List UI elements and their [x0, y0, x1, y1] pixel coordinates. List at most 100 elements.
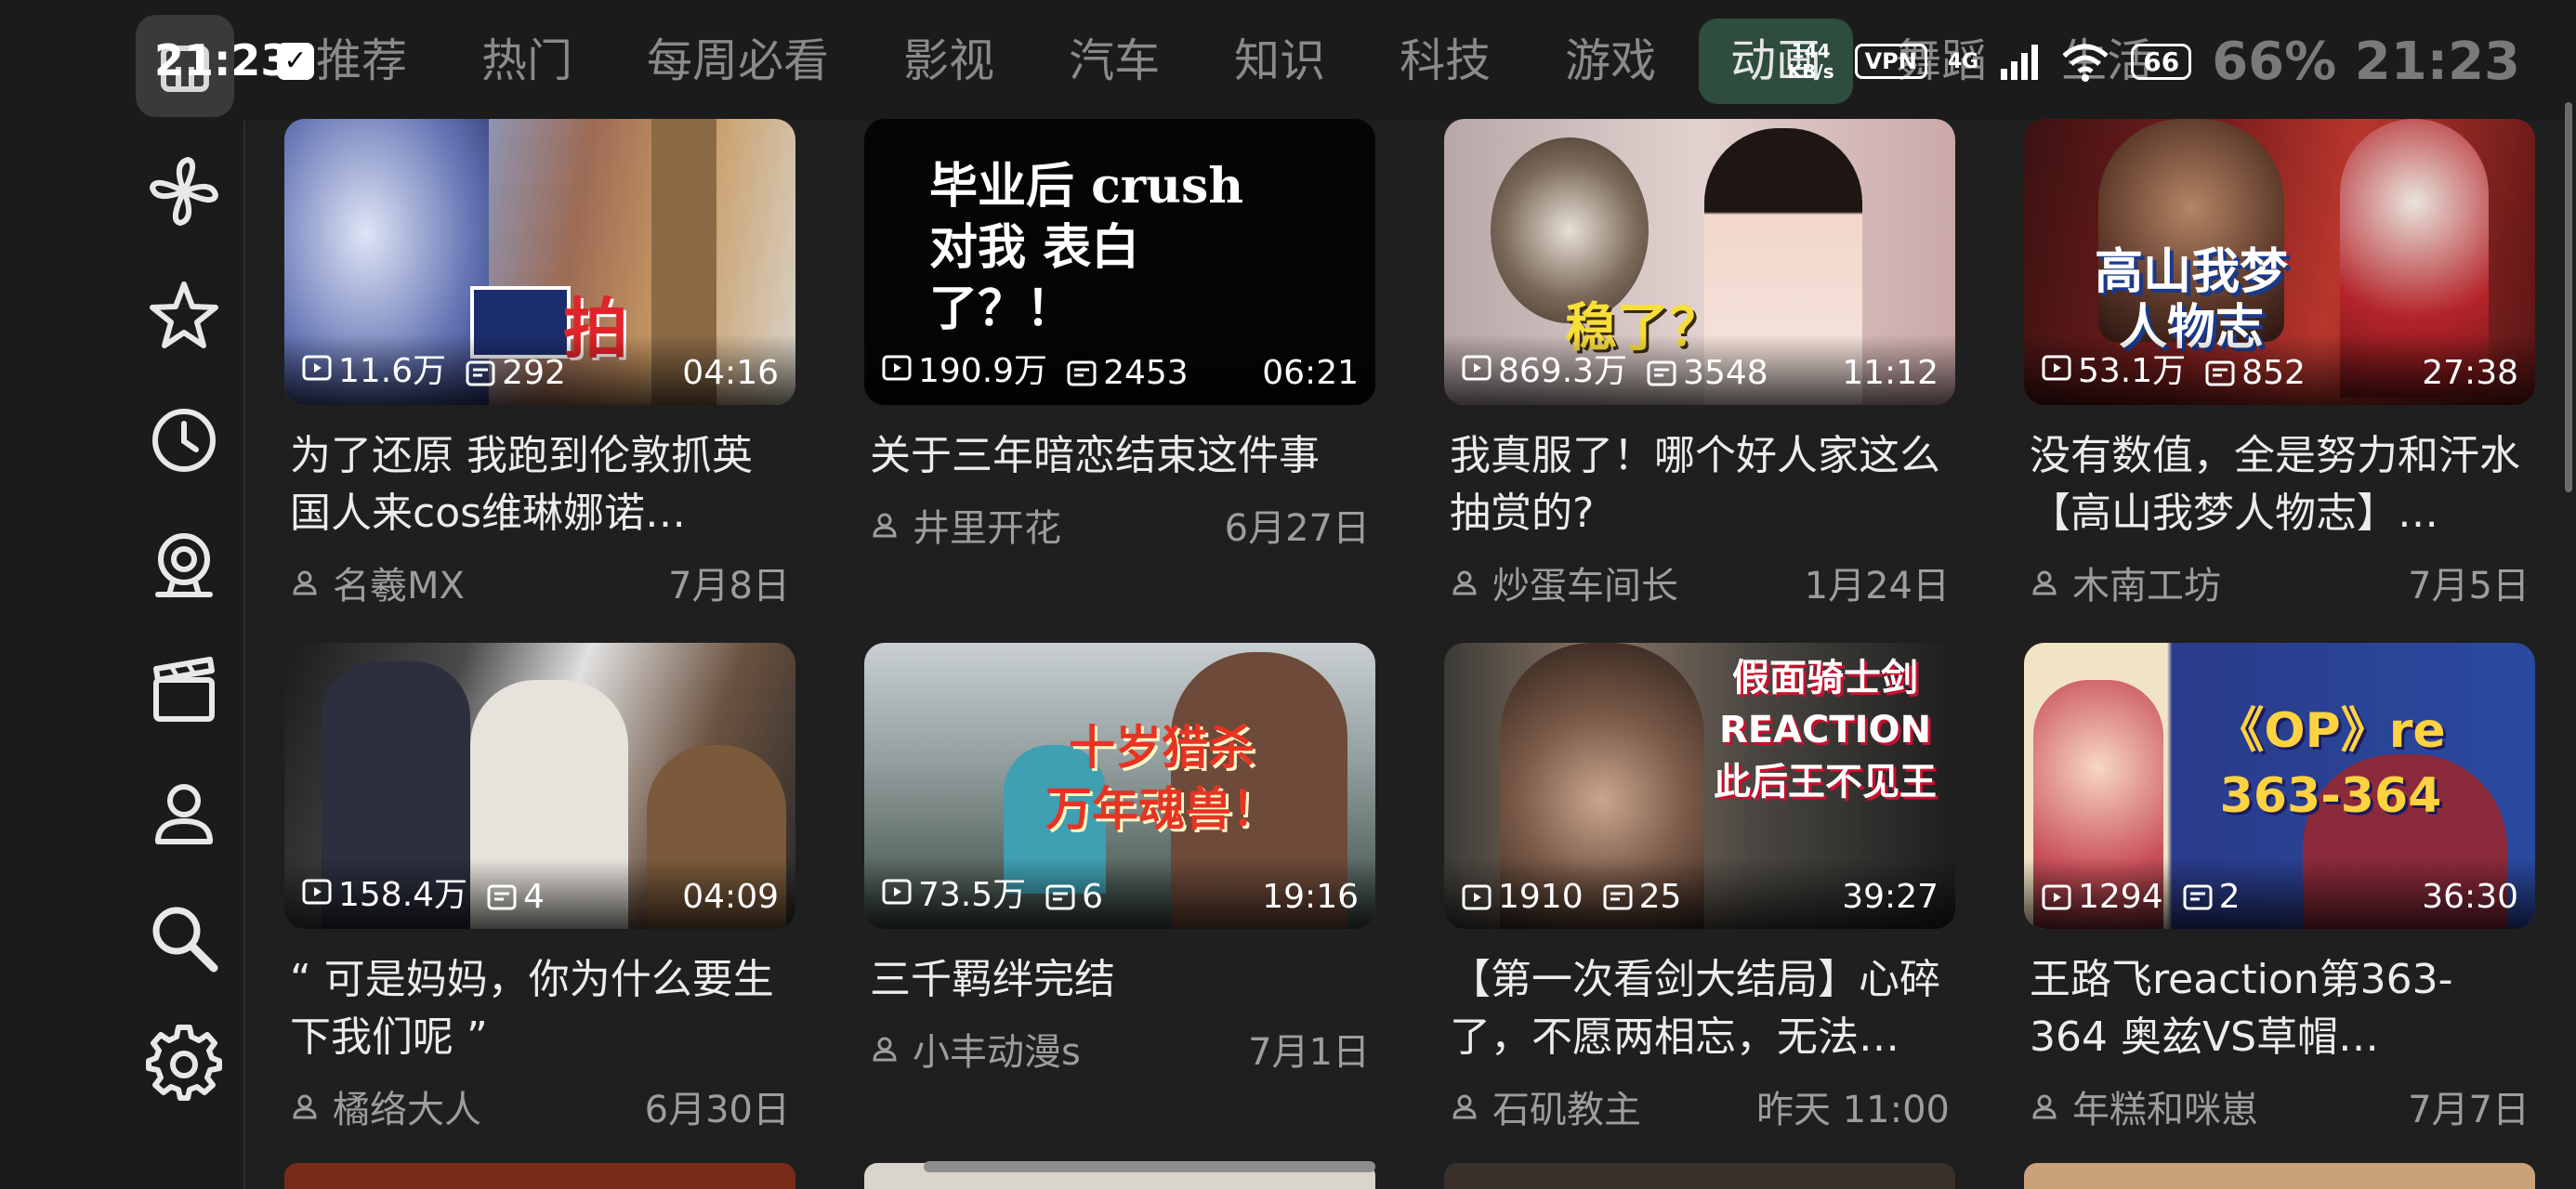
video-card-peek[interactable]: [1444, 1163, 1955, 1189]
video-thumbnail: 稳了？ 869.3万 3548 11:12: [1444, 119, 1955, 405]
comment-count: 3548: [1683, 354, 1768, 392]
danmaku-icon: [487, 884, 517, 909]
tab-knowledge[interactable]: 知识: [1234, 19, 1325, 104]
play-count-icon: [2042, 355, 2071, 381]
view-count: 1910: [1498, 878, 1584, 916]
danmaku-icon: [1603, 884, 1633, 909]
video-thumbnail: 158.4万 4 04:09: [284, 643, 795, 929]
uploader-name: 名羲MX: [333, 565, 465, 608]
uploader-icon: [2032, 1094, 2057, 1119]
uploader-name: 炒蛋车间长: [1492, 565, 1678, 608]
comment-count: 292: [502, 354, 566, 392]
video-title: 为了还原 我跑到伦敦抓英国人来cos维琳娜诺…: [290, 432, 753, 537]
sidebar: [0, 121, 245, 1189]
signal-icon: [2001, 45, 2039, 80]
uploader-icon: [293, 1094, 317, 1119]
video-meta: 小丰动漫s 7月1日: [870, 1022, 1370, 1076]
video-meta: 木南工坊 7月5日: [2030, 555, 2530, 609]
uploader-icon: [873, 513, 897, 538]
video-card[interactable]: 十岁猎杀 万年魂兽！ 73.5万 6 19:16 三千羁绊完结 小丰动漫s 7月…: [864, 643, 1375, 1122]
upload-date: 7月5日: [2408, 565, 2530, 608]
danmaku-icon: [466, 360, 495, 385]
thumbnail-caption: 假面骑士剑 REACTION 此后王不见王: [1714, 657, 1937, 804]
danmaku-icon: [2205, 360, 2235, 385]
video-card[interactable]: 拍 11.6万 292 04:16 为了还原 我跑到伦敦抓英国人来cos维琳娜诺…: [284, 119, 795, 608]
video-duration: 36:30: [2422, 878, 2518, 916]
bilibili-tv-icon: ✓: [277, 43, 314, 80]
status-bar: 144 KB/s VPN 4G 66 66% 21:23: [1788, 24, 2520, 98]
video-card[interactable]: 假面骑士剑 REACTION 此后王不见王 1910 25 39:27 【第一次…: [1444, 643, 1955, 1131]
view-count: 1294: [2078, 878, 2163, 916]
tab-recommend[interactable]: 推荐: [316, 19, 407, 104]
sidebar-item-history[interactable]: [145, 401, 223, 479]
upload-date: 6月27日: [1224, 507, 1370, 550]
upload-date: 昨天 11:00: [1756, 1089, 1950, 1131]
sidebar-item-search[interactable]: [145, 899, 223, 977]
uploader-name: 木南工坊: [2072, 565, 2221, 608]
video-duration: 19:16: [1262, 878, 1359, 916]
thumbnail-stats: 869.3万 3548 11:12: [1444, 334, 1955, 405]
network-speed-value: 144: [1791, 40, 1831, 62]
sidebar-item-profile[interactable]: [145, 775, 223, 853]
tab-film[interactable]: 影视: [903, 19, 994, 104]
comment-count: 4: [523, 878, 545, 916]
tab-tech[interactable]: 科技: [1400, 19, 1491, 104]
video-meta: 石矶教主 昨天 11:00: [1450, 1079, 1950, 1133]
video-title: 没有数值，全是努力和汗水【高山我梦人物志】…: [2030, 432, 2520, 537]
sidebar-item-films[interactable]: [145, 650, 223, 728]
sidebar-item-favorites[interactable]: [145, 277, 223, 355]
sidebar-item-pinwheel[interactable]: [145, 152, 223, 230]
video-card-peek[interactable]: [284, 1163, 795, 1189]
thumbnail-caption: 十岁猎杀 万年魂兽！: [1045, 721, 1278, 836]
video-card[interactable]: 《OP》re 363-364 1294 2 36:30 王路飞reaction第…: [2024, 643, 2535, 1131]
thumbnail-caption: 毕业后 crush对我 表白了？！: [929, 158, 1244, 337]
video-card[interactable]: 高山我梦 人物志 53.1万 852 27:38 没有数值，全是努力和汗水【高山…: [2024, 119, 2535, 608]
uploader-icon: [1452, 570, 1477, 595]
tab-weekly[interactable]: 每周必看: [647, 19, 829, 104]
sidebar-item-live[interactable]: [145, 526, 223, 604]
video-duration: 04:09: [682, 878, 779, 916]
thumbnail-stats: 1910 25 39:27: [1444, 858, 1955, 929]
battery-indicator: 66: [2131, 43, 2192, 80]
video-card[interactable]: 毕业后 crush对我 表白了？！ 190.9万 2453 06:21 关于三年…: [864, 119, 1375, 598]
thumbnail-stats: 158.4万 4 04:09: [284, 858, 795, 929]
view-count: 53.1万: [2078, 352, 2187, 390]
sidebar-item-settings[interactable]: [145, 1024, 223, 1102]
play-count-icon: [302, 355, 332, 381]
gesture-home-indicator[interactable]: [924, 1161, 1375, 1172]
play-count-icon: [882, 355, 912, 381]
tab-car[interactable]: 汽车: [1069, 19, 1160, 104]
history-icon: [152, 409, 216, 472]
video-meta: 井里开花 6月27日: [870, 498, 1370, 552]
play-count-icon: [1462, 355, 1492, 381]
uploader-name: 小丰动漫s: [913, 1031, 1081, 1074]
comment-count: 2: [2218, 878, 2241, 916]
video-thumbnail: 拍 11.6万 292 04:16: [284, 119, 795, 405]
network-speed-unit: KB/s: [1787, 60, 1834, 83]
thumbnail-stats: 1294 2 36:30: [2024, 858, 2535, 929]
video-duration: 39:27: [1842, 878, 1939, 916]
video-card[interactable]: 158.4万 4 04:09 “ 可是妈妈，你为什么要生下我们呢 ” 橘络大人 …: [284, 643, 795, 1131]
tab-games[interactable]: 游戏: [1565, 19, 1656, 104]
network-type: 4G: [1947, 49, 1979, 73]
video-title: 王路飞reaction第363-364 奥兹VS草帽…: [2030, 956, 2453, 1061]
camera-icon: [155, 533, 213, 597]
status-time: 21:23: [154, 35, 291, 85]
view-count: 158.4万: [338, 876, 468, 914]
uploader-name: 年糕和咪崽: [2072, 1089, 2258, 1131]
vpn-badge: VPN: [1854, 44, 1927, 79]
view-count: 73.5万: [918, 876, 1027, 914]
video-thumbnail: 高山我梦 人物志 53.1万 852 27:38: [2024, 119, 2535, 405]
video-meta: 橘络大人 6月30日: [290, 1079, 790, 1133]
uploader-name: 橘络大人: [333, 1089, 481, 1131]
video-title: 我真服了！哪个好人家这么抽赏的?: [1450, 432, 1940, 537]
video-meta: 年糕和咪崽 7月7日: [2030, 1079, 2530, 1133]
scrollbar[interactable]: [2565, 102, 2572, 492]
video-card-peek[interactable]: [2024, 1163, 2535, 1189]
video-card[interactable]: 稳了？ 869.3万 3548 11:12 我真服了！哪个好人家这么抽赏的? 炒…: [1444, 119, 1955, 608]
tab-popular[interactable]: 热门: [481, 19, 572, 104]
thumbnail-caption: 《OP》re 363-364: [2215, 703, 2446, 824]
danmaku-icon: [2183, 884, 2213, 909]
comment-count: 6: [1082, 878, 1104, 916]
gear-icon: [146, 1025, 222, 1101]
